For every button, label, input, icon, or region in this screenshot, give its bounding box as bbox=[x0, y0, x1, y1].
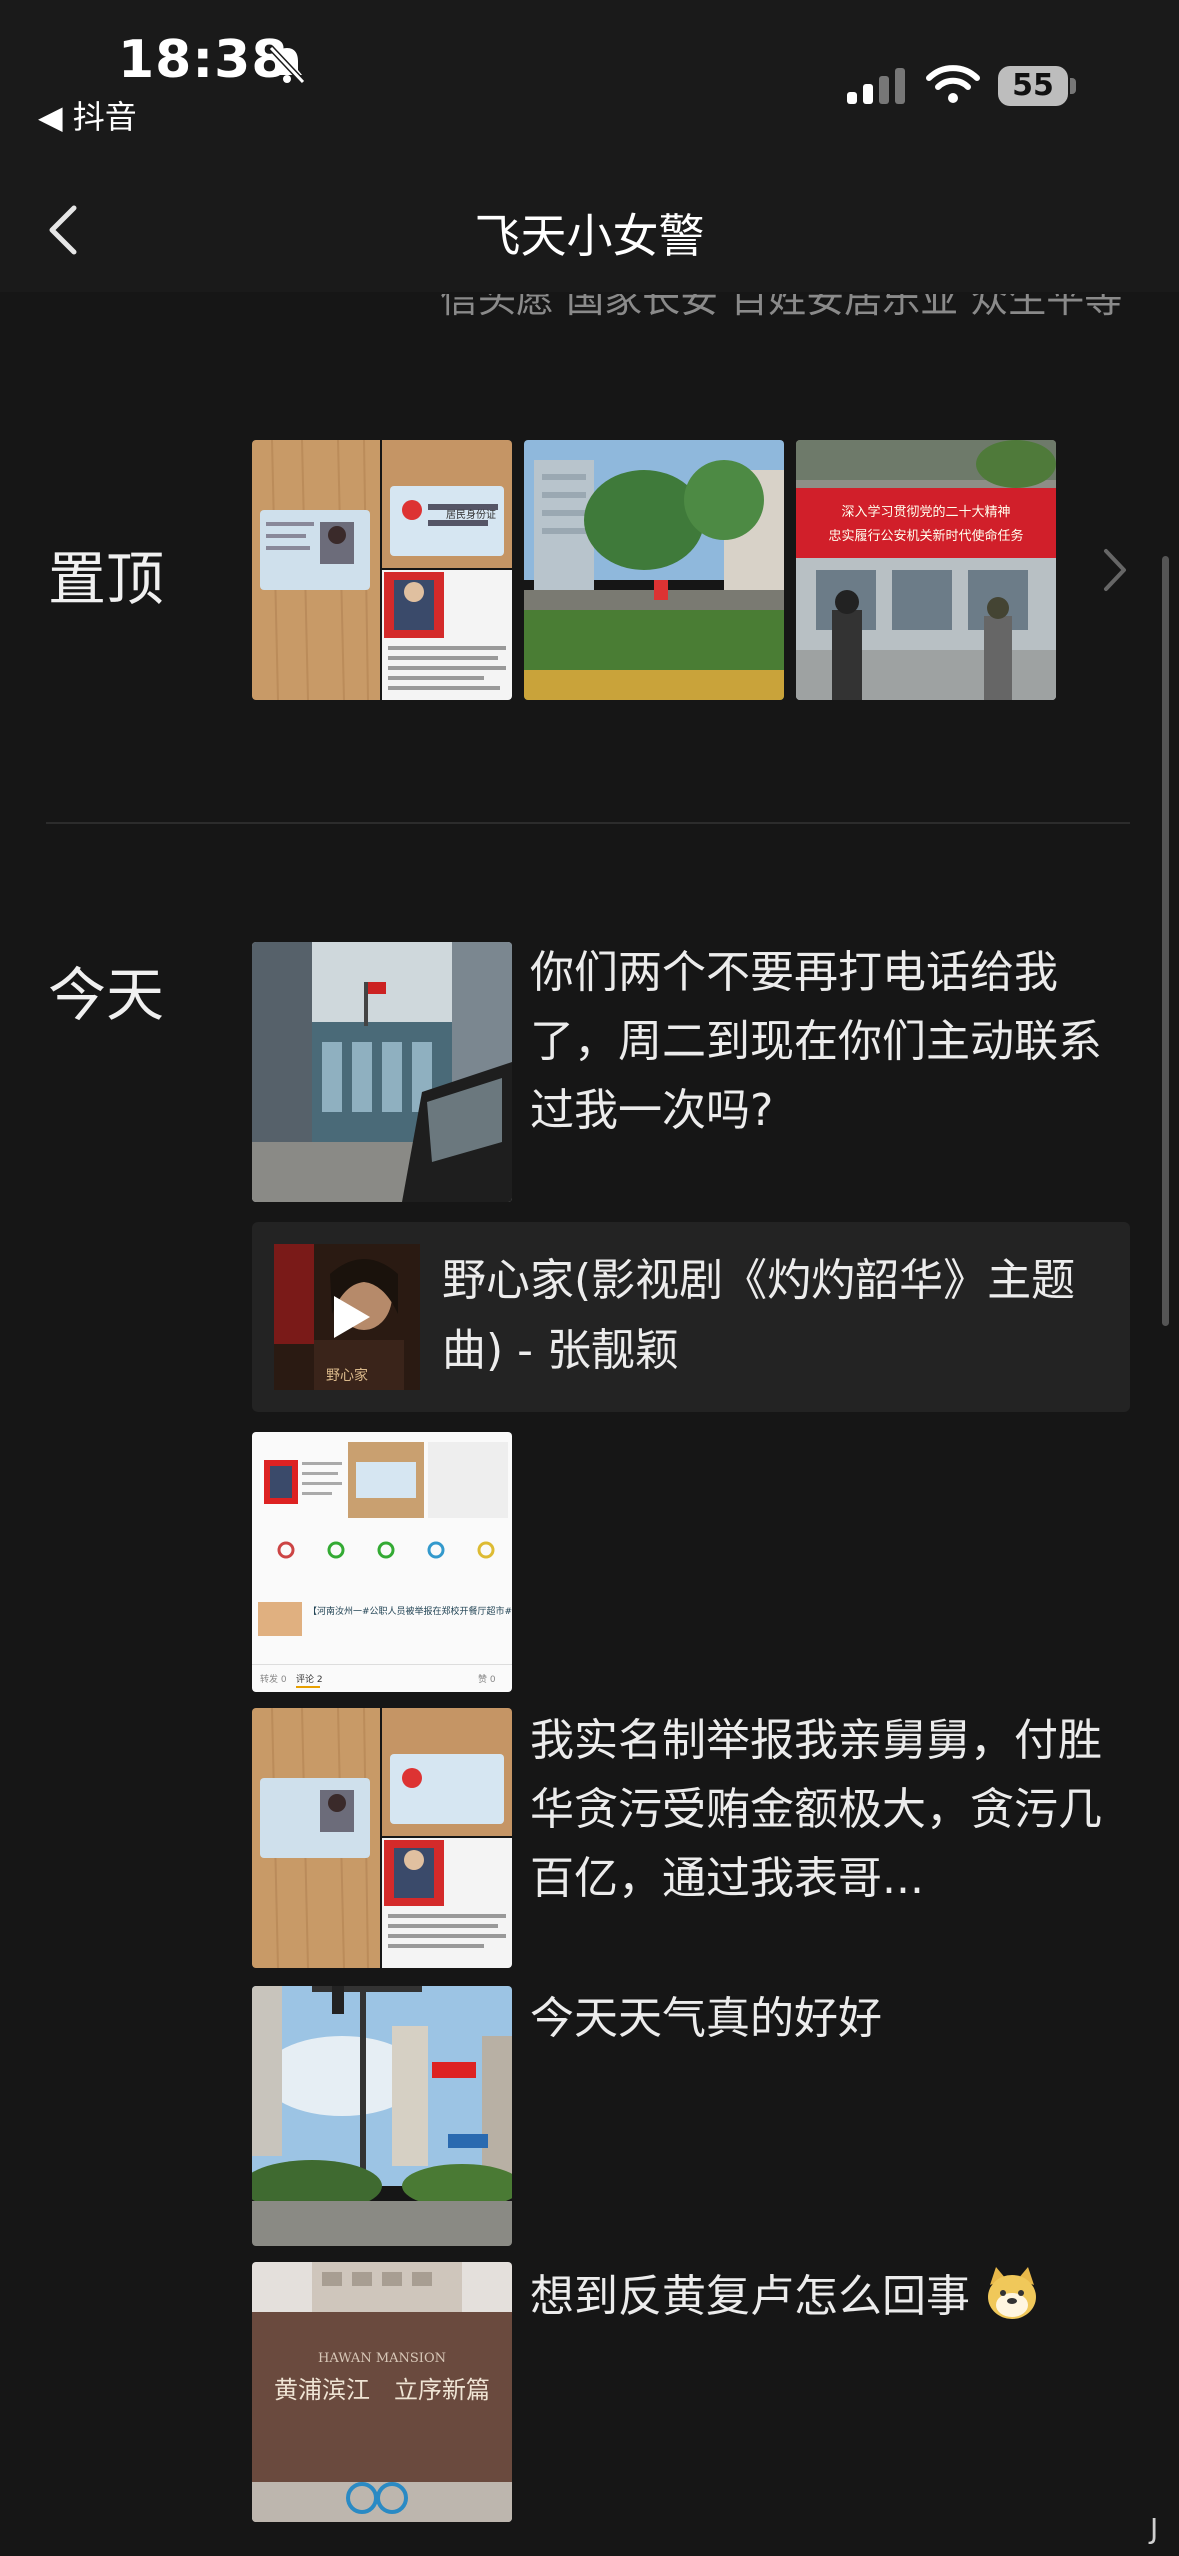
id-card-text: 居民身份证 bbox=[446, 508, 496, 521]
bell-muted-icon bbox=[268, 45, 306, 85]
post-text-1[interactable]: 你们两个不要再打电话给我了，周二到现在你们主动联系过我一次吗? bbox=[530, 938, 1130, 1145]
play-icon[interactable] bbox=[324, 1292, 374, 1342]
section-label-today: 今天 bbox=[48, 961, 165, 1029]
cellular-signal-icon bbox=[847, 68, 905, 104]
battery-level: 55 bbox=[998, 66, 1068, 106]
banner-line-2: 忠实履行公安机关新时代使命任务 bbox=[828, 528, 1023, 544]
news-screenshot-image: 【河南汝州一#公职人员被举报在郑校开餐厅超市#，本人回应称“是他别人帮忙”】#公… bbox=[252, 1432, 512, 1692]
section-divider bbox=[46, 822, 1130, 824]
id-card-collage-image-2 bbox=[252, 1708, 512, 1968]
post-text-4-content: 想到反黄复卢怎么回事 bbox=[530, 2271, 970, 2322]
mansion-line-2: 立序新篇 bbox=[394, 2376, 490, 2404]
post-thumbnail-1[interactable] bbox=[252, 942, 512, 1202]
status-time: 18:38 bbox=[118, 30, 289, 90]
service-hall-image: 深入学习贯彻党的二十大精神 忠实履行公安机关新时代使命任务 bbox=[796, 440, 1056, 700]
post-thumbnail-4[interactable] bbox=[252, 1986, 512, 2246]
pinned-thumbnail-3[interactable]: 深入学习贯彻党的二十大精神 忠实履行公安机关新时代使命任务 bbox=[796, 440, 1056, 700]
post-text-3[interactable]: 今天天气真的好好 bbox=[530, 1984, 1130, 2053]
music-card[interactable]: 野心家 野心家(影视剧《灼灼韶华》主题曲) - 张靓颖 bbox=[252, 1222, 1130, 1412]
post-thumbnail-5[interactable]: HAWAN MANSION 黄浦滨江 立序新篇 bbox=[252, 2262, 512, 2522]
pinned-thumbnail-2[interactable] bbox=[524, 440, 784, 700]
watermark-text: J bbox=[1150, 2512, 1159, 2545]
news-likes: 转发 0 bbox=[260, 1673, 287, 1685]
music-title: 野心家(影视剧《灼灼韶华》主题曲) - 张靓颖 bbox=[442, 1255, 1076, 1376]
post-text-2[interactable]: 我实名制举报我亲舅舅，付胜华贪污受贿金额极大，贪污几百亿，通过我表哥... bbox=[530, 1706, 1130, 1913]
back-to-app-link[interactable]: ◀ 抖音 bbox=[38, 92, 137, 138]
street-photo-image bbox=[524, 440, 784, 700]
section-label-pinned: 置顶 bbox=[48, 545, 165, 613]
mansion-billboard-image: HAWAN MANSION 黄浦滨江 立序新篇 bbox=[252, 2262, 512, 2522]
wifi-icon bbox=[926, 65, 980, 103]
pinned-more-chevron-icon[interactable] bbox=[1098, 545, 1132, 595]
post-text-4[interactable]: 想到反黄复卢怎么回事 bbox=[530, 2262, 1130, 2331]
pinned-thumbnail-1[interactable]: 居民身份证 bbox=[252, 440, 512, 700]
music-cover[interactable]: 野心家 bbox=[274, 1244, 420, 1390]
battery-icon: 55 bbox=[998, 66, 1076, 106]
news-zero: 赞 0 bbox=[478, 1673, 496, 1685]
building-photo-image bbox=[252, 942, 512, 1202]
navigation-bar: 飞天小女警 bbox=[0, 170, 1179, 292]
page-title: 飞天小女警 bbox=[474, 209, 705, 263]
street-sky-image bbox=[252, 1986, 512, 2246]
news-caption: 【河南汝州一#公职人员被举报在郑校开餐厅超市#，本人回应称“是他别人帮忙”】#公… bbox=[308, 1605, 512, 1617]
scrollbar[interactable] bbox=[1162, 556, 1169, 1326]
banner-line-1: 深入学习贯彻党的二十大精神 bbox=[841, 504, 1010, 520]
status-bar: 18:38 ◀ 抖音 55 bbox=[0, 0, 1179, 170]
news-comments: 评论 2 bbox=[296, 1673, 323, 1685]
mansion-line-1: 黄浦滨江 bbox=[274, 2376, 370, 2404]
battery-tip bbox=[1070, 78, 1076, 94]
cover-text: 野心家 bbox=[326, 1367, 368, 1384]
post-thumbnail-2[interactable]: 【河南汝州一#公职人员被举报在郑校开餐厅超市#，本人回应称“是他别人帮忙”】#公… bbox=[252, 1432, 512, 1692]
mansion-en-text: HAWAN MANSION bbox=[318, 2351, 446, 2366]
id-card-collage-image: 居民身份证 bbox=[252, 440, 512, 700]
doge-emoji-icon bbox=[988, 2267, 1036, 2319]
post-thumbnail-3[interactable] bbox=[252, 1708, 512, 1968]
